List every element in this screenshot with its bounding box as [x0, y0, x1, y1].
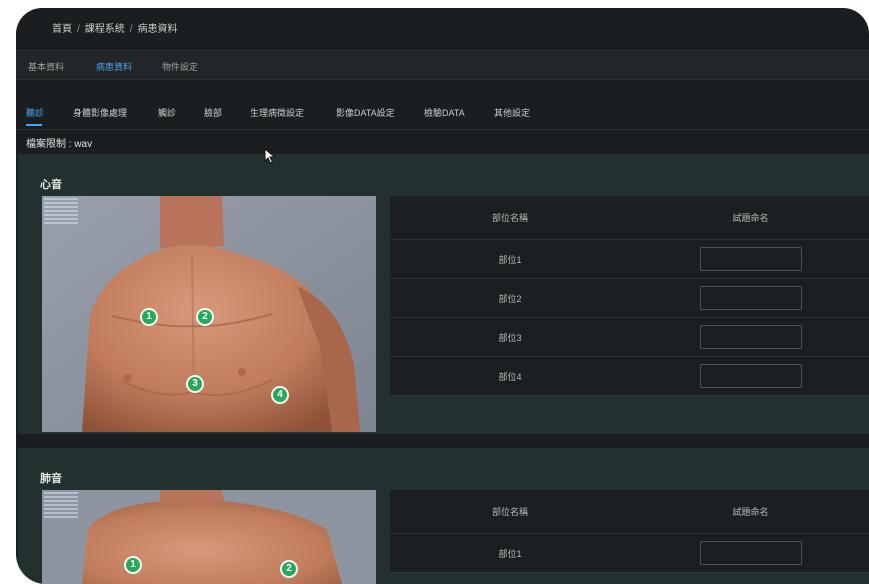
- question-name-input-3[interactable]: [699, 325, 802, 349]
- heart-position-table: 部位名稱 試題命名 部位1 部位2 部位3 部位4: [390, 196, 869, 396]
- question-name-input-4[interactable]: [699, 364, 802, 388]
- lung-sound-title: 肺音: [40, 473, 62, 485]
- chest-image-heart: 1 2 3 4: [42, 196, 376, 432]
- tab-lab-data[interactable]: 檢驗DATA: [424, 106, 465, 119]
- tab-body-image[interactable]: 身體影像處理: [73, 106, 127, 119]
- breadcrumb-home[interactable]: 首頁: [52, 24, 72, 35]
- table-row: 部位4: [390, 357, 869, 396]
- breadcrumb-separator: /: [77, 24, 80, 35]
- position-label: 部位1: [498, 548, 522, 559]
- image-info-overlay: [44, 492, 78, 520]
- tab-other-settings[interactable]: 其他設定: [494, 106, 530, 119]
- image-info-overlay: [44, 198, 78, 226]
- table-row: 部位2: [390, 279, 869, 318]
- heart-sound-panel: 心音 1 2 3 4 部位名稱 試題命名 部位1 部位2 部位3 部位4: [18, 154, 869, 434]
- position-label: 部位2: [498, 293, 522, 304]
- auscultation-marker-4[interactable]: 4: [271, 386, 289, 404]
- breadcrumb-patient-data: 病患資料: [137, 24, 178, 35]
- file-limit-label: 檔案限制 : wav: [26, 139, 93, 150]
- position-label: 部位4: [498, 371, 522, 382]
- column-position-name: 部位名稱: [491, 507, 528, 517]
- auscultation-marker-2[interactable]: 2: [280, 560, 298, 578]
- tab-physiological-signs[interactable]: 生理病徵設定: [250, 106, 304, 119]
- table-row: 部位1: [390, 240, 869, 279]
- question-name-input-1[interactable]: [699, 541, 802, 565]
- tab-patient-data[interactable]: 病患資料: [96, 60, 132, 73]
- top-tab-bar: 基本資料 病患資料 物件設定: [16, 50, 869, 80]
- column-question-name: 試題命名: [732, 213, 769, 223]
- section-divider: [16, 434, 869, 448]
- tab-palpation[interactable]: 觸診: [158, 106, 176, 119]
- tab-auscultation[interactable]: 聽診: [26, 106, 44, 119]
- table-header: 部位名稱 試題命名: [390, 490, 869, 534]
- column-position-name: 部位名稱: [491, 213, 528, 223]
- heart-sound-title: 心音: [40, 179, 62, 191]
- tab-face[interactable]: 臉部: [204, 106, 222, 119]
- position-label: 部位1: [498, 254, 522, 265]
- breadcrumb: 首頁 / 課程系統 / 病患資料: [52, 20, 178, 35]
- tab-basic-info[interactable]: 基本資料: [28, 60, 64, 73]
- position-label: 部位3: [498, 332, 522, 343]
- auscultation-marker-3[interactable]: 3: [186, 375, 204, 393]
- mouse-cursor-icon: [264, 148, 276, 164]
- lung-sound-panel: 肺音 1 2 部位名稱 試題命名 部位1: [18, 448, 869, 584]
- table-row: 部位1: [390, 534, 869, 573]
- table-header: 部位名稱 試題命名: [390, 196, 869, 240]
- question-name-input-1[interactable]: [699, 247, 802, 271]
- column-question-name: 試題命名: [732, 507, 769, 517]
- breadcrumb-separator: /: [129, 24, 133, 35]
- chest-image-lung: 1 2: [42, 490, 376, 584]
- breadcrumb-course-system[interactable]: 課程系統: [85, 24, 125, 35]
- question-name-input-2[interactable]: [699, 286, 802, 310]
- table-row: 部位3: [390, 318, 869, 357]
- app-window: 首頁 / 課程系統 / 病患資料 基本資料 病患資料 物件設定 聽診 身體影像處理 觸診…: [16, 8, 869, 584]
- sub-tab-bar: 聽診 身體影像處理 觸診 臉部 生理病徵設定 影像DATA設定 檢驗DATA 其…: [16, 104, 869, 130]
- lung-position-table: 部位名稱 試題命名 部位1: [390, 490, 869, 573]
- auscultation-marker-1[interactable]: 1: [140, 308, 158, 326]
- torso-illustration: [42, 490, 376, 584]
- active-tab-indicator: [26, 124, 42, 126]
- auscultation-marker-1[interactable]: 1: [124, 556, 142, 574]
- tab-image-data[interactable]: 影像DATA設定: [336, 106, 395, 119]
- auscultation-marker-2[interactable]: 2: [196, 308, 214, 326]
- tab-object-settings[interactable]: 物件設定: [162, 60, 198, 73]
